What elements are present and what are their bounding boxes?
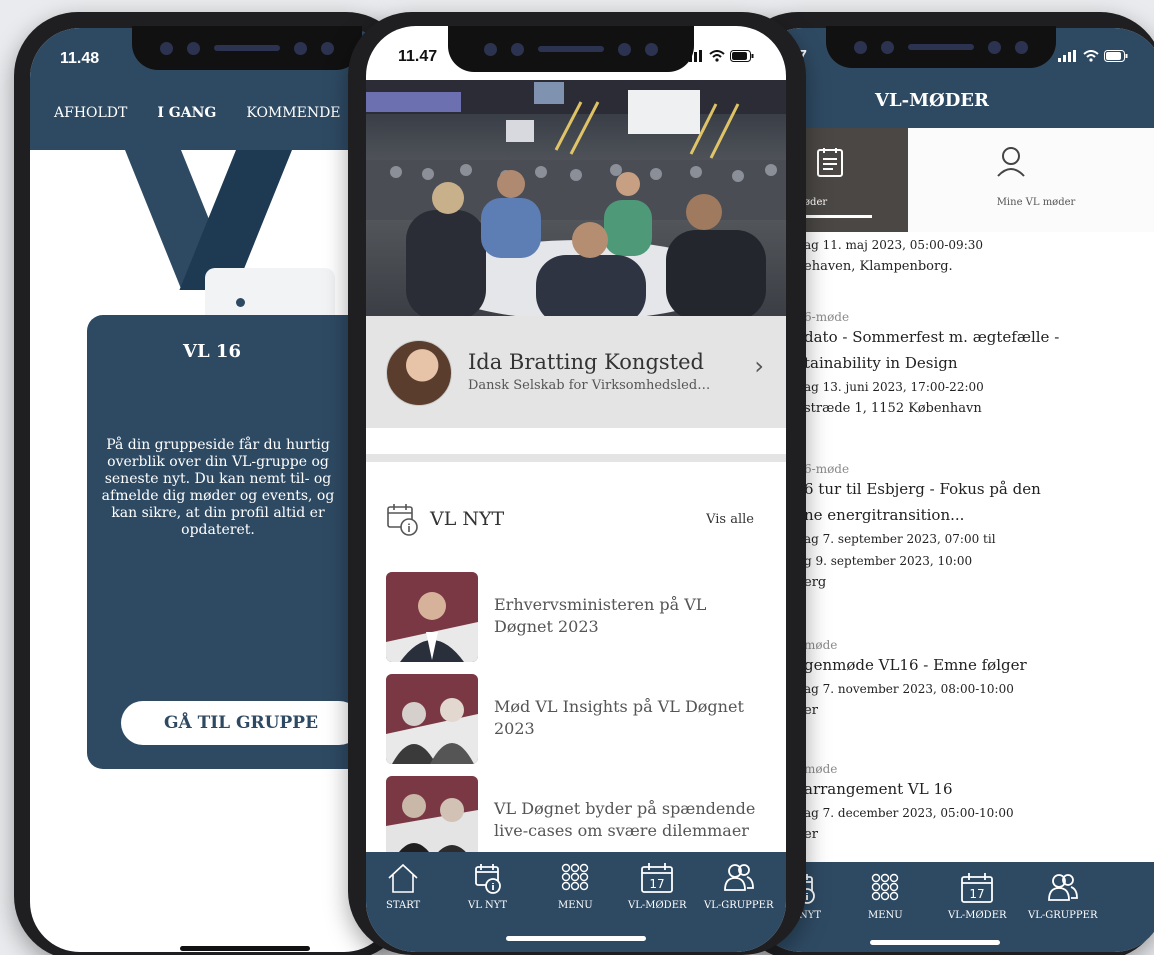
nav-menu[interactable]: MENU bbox=[868, 872, 903, 921]
left-notch bbox=[132, 26, 362, 70]
home-indicator bbox=[870, 940, 1000, 945]
event-photo bbox=[366, 80, 786, 316]
nav-vl-moder[interactable]: 17 VL-MØDER bbox=[628, 862, 687, 911]
calendar-17-icon: 17 bbox=[961, 873, 994, 903]
tab-mine-label: Mine VL møder bbox=[996, 197, 1076, 208]
nav-vl-grupper[interactable]: VL-GRUPPER bbox=[1028, 872, 1097, 921]
badge-hole-icon bbox=[236, 298, 245, 307]
avatar bbox=[386, 340, 452, 406]
news-title: VL NYT bbox=[430, 508, 505, 530]
list-item[interactable]: møde genmøde VL16 - Emne følger ag 7. no… bbox=[804, 638, 1144, 722]
battery-icon bbox=[730, 50, 754, 62]
tab-afholdt[interactable]: AFHOLDT bbox=[54, 105, 127, 121]
news-thumbnail bbox=[386, 572, 478, 662]
conference-photo bbox=[366, 80, 786, 316]
svg-text:17: 17 bbox=[970, 887, 985, 901]
page-title: VL-MØDER bbox=[875, 90, 989, 111]
group-description: På din gruppeside får du hurtig overblik… bbox=[101, 437, 335, 538]
status-clock: 11.47 bbox=[398, 48, 438, 65]
right-notch bbox=[826, 26, 1056, 68]
go-to-group-button[interactable]: GÅ TIL GRUPPE bbox=[121, 701, 361, 745]
middle-screen: 11.47 Ida Bratting Kongsted Dansk Selska… bbox=[366, 26, 786, 952]
status-icons bbox=[1058, 50, 1128, 62]
nav-vl-grupper[interactable]: VL-GRUPPER bbox=[704, 862, 773, 911]
list-item[interactable]: ag 11. maj 2023, 05:00-09:30 ehaven, Kla… bbox=[804, 234, 1144, 278]
group-card: VL 16 På din gruppeside får du hurtig ov… bbox=[87, 315, 387, 769]
divider bbox=[366, 454, 786, 462]
news-title: Erhvervsministeren på VL Døgnet 2023 bbox=[494, 595, 707, 636]
list-item[interactable]: Mød VL Insights på VL Døgnet 2023 bbox=[386, 674, 766, 766]
home-indicator bbox=[180, 946, 310, 951]
profile-row[interactable]: Ida Bratting Kongsted Dansk Selskab for … bbox=[366, 316, 786, 428]
people-icon bbox=[723, 864, 754, 891]
chevron-right-icon: › bbox=[754, 352, 764, 380]
news-title: Mød VL Insights på VL Døgnet 2023 bbox=[494, 697, 744, 738]
tab-i-gang[interactable]: I GANG bbox=[157, 105, 216, 121]
left-tabs: AFHOLDT I GANG KOMMENDE bbox=[30, 105, 394, 121]
tab-my-meetings[interactable]: Mine VL møder bbox=[908, 128, 1154, 232]
wifi-icon bbox=[1083, 50, 1099, 62]
see-all-link[interactable]: Vis alle bbox=[706, 512, 754, 527]
news-title: VL Døgnet byder på spændende live-cases … bbox=[494, 799, 756, 840]
right-screen: 7 VL-MØDER lle VL møder Mine VL møder ag… bbox=[752, 28, 1154, 952]
home-indicator bbox=[506, 936, 646, 941]
left-screen: 11.48 AFHOLDT I GANG KOMMENDE VL 16 På d… bbox=[30, 28, 394, 952]
tab-kommende[interactable]: KOMMENDE bbox=[246, 105, 340, 121]
list-item[interactable]: møde arrangement VL 16 ag 7. december 20… bbox=[804, 762, 1144, 846]
bottom-navbar: VL NYT MENU 17 VL-MØDER VL-GRUPPER bbox=[752, 862, 1154, 952]
list-item[interactable]: Erhvervsministeren på VL Døgnet 2023 bbox=[386, 572, 766, 664]
phone-middle: 11.47 Ida Bratting Kongsted Dansk Selska… bbox=[348, 12, 806, 955]
people-icon bbox=[1047, 874, 1078, 901]
nav-menu[interactable]: MENU bbox=[558, 862, 593, 911]
nav-vl-moder[interactable]: 17 VL-MØDER bbox=[948, 872, 1007, 921]
house-icon bbox=[388, 863, 418, 893]
person-icon bbox=[997, 147, 1025, 177]
middle-notch bbox=[448, 26, 694, 72]
nav-start[interactable]: START bbox=[386, 862, 420, 911]
calendar-17-icon: 17 bbox=[641, 863, 674, 893]
battery-icon bbox=[1104, 50, 1128, 62]
svg-text:17: 17 bbox=[650, 877, 665, 891]
news-header: VL NYT bbox=[386, 502, 504, 536]
status-icons bbox=[684, 50, 754, 62]
document-icon bbox=[817, 148, 843, 177]
profile-organization: Dansk Selskab for Virksomhedsled… bbox=[468, 378, 711, 393]
profile-name: Ida Bratting Kongsted bbox=[468, 350, 704, 374]
group-title: VL 16 bbox=[183, 341, 241, 362]
status-clock: 11.48 bbox=[60, 50, 100, 67]
grid-dots-icon bbox=[562, 863, 589, 891]
meetings-tabbar: lle VL møder Mine VL møder bbox=[752, 128, 1154, 232]
signal-icon bbox=[1058, 50, 1076, 62]
nav-vl-nyt[interactable]: VL NYT bbox=[468, 862, 507, 911]
news-thumbnail bbox=[386, 674, 478, 764]
wifi-icon bbox=[709, 50, 725, 62]
news-calendar-icon bbox=[387, 504, 418, 536]
grid-dots-icon bbox=[872, 873, 899, 901]
list-item[interactable]: 6-møde 6 tur til Esbjerg - Fokus på den … bbox=[804, 462, 1144, 594]
list-item[interactable]: 6-møde dato - Sommerfest m. ægtefælle - … bbox=[804, 310, 1144, 420]
news-calendar-icon bbox=[474, 864, 501, 894]
